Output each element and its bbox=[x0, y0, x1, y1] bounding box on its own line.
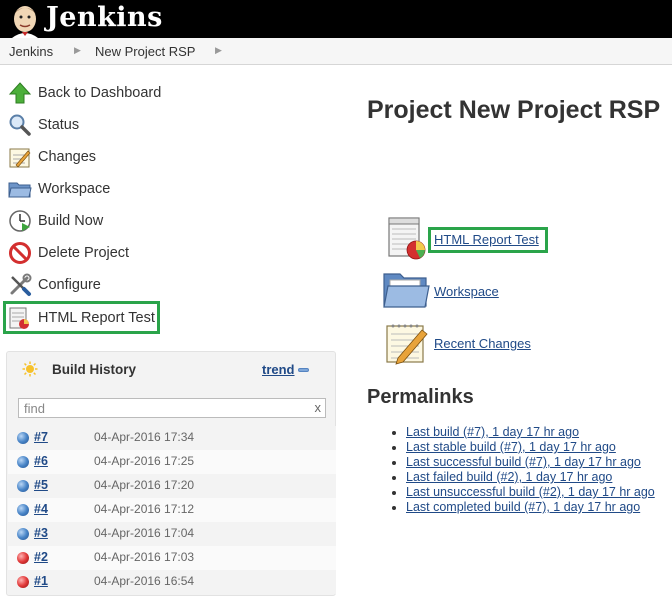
permalinks-list: Last build (#7), 1 day 17 hr ago Last st… bbox=[390, 425, 655, 515]
header-bar: Jenkins bbox=[0, 0, 672, 38]
link-html-report-test[interactable]: HTML Report Test bbox=[434, 232, 539, 247]
no-entry-icon bbox=[9, 242, 31, 264]
task-label[interactable]: Workspace bbox=[38, 181, 110, 197]
status-ball-icon[interactable] bbox=[17, 432, 29, 444]
task-label[interactable]: Changes bbox=[38, 149, 96, 165]
build-history-title: Build History bbox=[52, 362, 137, 377]
folder-icon[interactable] bbox=[382, 268, 430, 310]
build-date[interactable]: 04-Apr-2016 17:34 bbox=[94, 430, 194, 444]
list-item: Last stable build (#7), 1 day 17 hr ago bbox=[390, 440, 655, 455]
notepad-icon bbox=[9, 148, 31, 168]
status-ball-icon[interactable] bbox=[17, 504, 29, 516]
build-date[interactable]: 04-Apr-2016 17:03 bbox=[94, 550, 194, 564]
build-number-link[interactable]: #7 bbox=[34, 430, 48, 444]
build-row: #2 04-Apr-2016 17:03 bbox=[8, 546, 336, 570]
list-item: Last build (#7), 1 day 17 hr ago bbox=[390, 425, 655, 440]
trend-icon[interactable] bbox=[298, 368, 309, 372]
build-row: #3 04-Apr-2016 17:04 bbox=[8, 522, 336, 546]
status-ball-icon[interactable] bbox=[17, 480, 29, 492]
build-search-input[interactable]: find x bbox=[18, 398, 326, 418]
list-item: Last completed build (#7), 1 day 17 hr a… bbox=[390, 500, 655, 515]
link-recent-changes[interactable]: Recent Changes bbox=[434, 336, 531, 351]
permalink-last-unsuccessful-build[interactable]: Last unsuccessful build (#2), 1 day 17 h… bbox=[406, 485, 655, 499]
task-label[interactable]: HTML Report Test bbox=[38, 310, 155, 326]
permalink-last-successful-build[interactable]: Last successful build (#7), 1 day 17 hr … bbox=[406, 455, 641, 469]
notepad-icon[interactable] bbox=[384, 320, 430, 366]
task-label[interactable]: Status bbox=[38, 117, 79, 133]
build-row: #5 04-Apr-2016 17:20 bbox=[8, 474, 336, 498]
build-row: #7 04-Apr-2016 17:34 bbox=[8, 426, 336, 450]
jenkins-butler-logo-icon[interactable] bbox=[8, 2, 42, 38]
task-label[interactable]: Configure bbox=[38, 277, 101, 293]
breadcrumb-separator-icon[interactable]: ▶ bbox=[74, 45, 81, 56]
permalink-last-completed-build[interactable]: Last completed build (#7), 1 day 17 hr a… bbox=[406, 500, 640, 514]
build-number-link[interactable]: #6 bbox=[34, 454, 48, 468]
build-row: #6 04-Apr-2016 17:25 bbox=[8, 450, 336, 474]
status-ball-icon[interactable] bbox=[17, 528, 29, 540]
build-history-panel: Build History trend find x #7 04-Apr-201… bbox=[6, 351, 336, 596]
build-date[interactable]: 04-Apr-2016 17:20 bbox=[94, 478, 194, 492]
build-history-header: Build History trend bbox=[7, 352, 337, 386]
build-number-link[interactable]: #3 bbox=[34, 526, 48, 540]
wrench-screwdriver-icon bbox=[10, 273, 32, 296]
build-date[interactable]: 04-Apr-2016 17:25 bbox=[94, 454, 194, 468]
sun-icon bbox=[22, 361, 38, 377]
build-date[interactable]: 04-Apr-2016 16:54 bbox=[94, 574, 194, 588]
logo-text[interactable]: Jenkins bbox=[46, 2, 163, 33]
breadcrumb: Jenkins ▶ New Project RSP ▶ bbox=[0, 38, 672, 65]
list-item: Last unsuccessful build (#2), 1 day 17 h… bbox=[390, 485, 655, 500]
search-placeholder: find bbox=[24, 401, 45, 416]
build-date[interactable]: 04-Apr-2016 17:04 bbox=[94, 526, 194, 540]
breadcrumb-project[interactable]: New Project RSP bbox=[95, 44, 195, 59]
permalink-last-failed-build[interactable]: Last failed build (#2), 1 day 17 hr ago bbox=[406, 470, 612, 484]
breadcrumb-separator-icon[interactable]: ▶ bbox=[215, 45, 222, 56]
permalink-last-stable-build[interactable]: Last stable build (#7), 1 day 17 hr ago bbox=[406, 440, 616, 454]
build-date[interactable]: 04-Apr-2016 17:12 bbox=[94, 502, 194, 516]
page-title: Project New Project RSP bbox=[367, 96, 661, 124]
up-arrow-icon bbox=[8, 82, 32, 104]
folder-icon bbox=[8, 182, 32, 198]
build-number-link[interactable]: #4 bbox=[34, 502, 48, 516]
status-ball-icon[interactable] bbox=[17, 552, 29, 564]
permalink-last-build[interactable]: Last build (#7), 1 day 17 hr ago bbox=[406, 425, 579, 439]
report-icon bbox=[9, 307, 29, 329]
magnifier-icon bbox=[9, 114, 31, 136]
breadcrumb-jenkins[interactable]: Jenkins bbox=[9, 44, 53, 59]
build-row: #4 04-Apr-2016 17:12 bbox=[8, 498, 336, 522]
task-label[interactable]: Build Now bbox=[38, 213, 103, 229]
report-icon[interactable] bbox=[386, 216, 428, 260]
clear-search-icon[interactable]: x bbox=[315, 400, 322, 415]
list-item: Last failed build (#2), 1 day 17 hr ago bbox=[390, 470, 655, 485]
task-label[interactable]: Back to Dashboard bbox=[38, 85, 161, 101]
link-workspace[interactable]: Workspace bbox=[434, 284, 499, 299]
status-ball-icon[interactable] bbox=[17, 576, 29, 588]
trend-link[interactable]: trend bbox=[262, 362, 295, 377]
clock-play-icon bbox=[9, 210, 31, 232]
build-row: #1 04-Apr-2016 16:54 bbox=[8, 570, 336, 594]
task-label[interactable]: Delete Project bbox=[38, 245, 129, 261]
status-ball-icon[interactable] bbox=[17, 456, 29, 468]
list-item: Last successful build (#7), 1 day 17 hr … bbox=[390, 455, 655, 470]
build-number-link[interactable]: #1 bbox=[34, 574, 48, 588]
build-number-link[interactable]: #2 bbox=[34, 550, 48, 564]
build-number-link[interactable]: #5 bbox=[34, 478, 48, 492]
permalinks-heading: Permalinks bbox=[367, 386, 474, 408]
